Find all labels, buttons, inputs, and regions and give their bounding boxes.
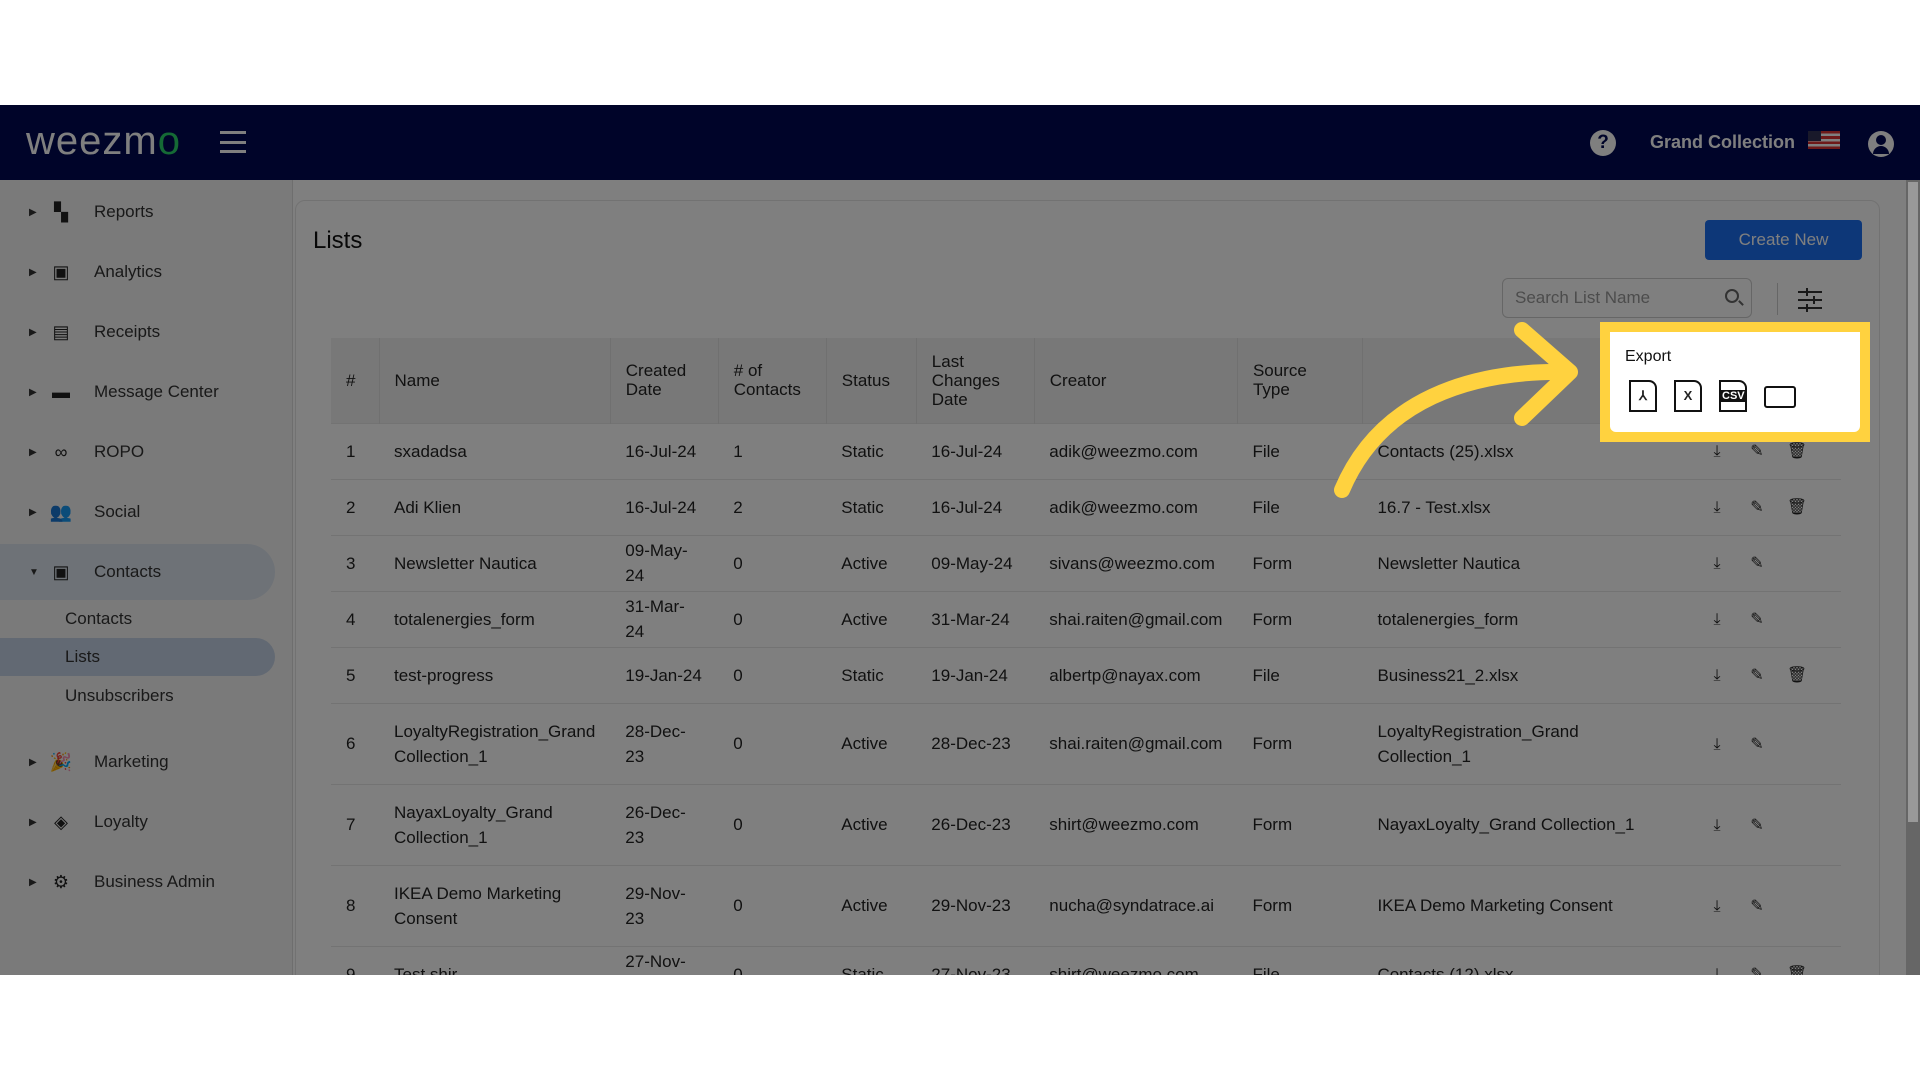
csv-icon[interactable]: CSV	[1719, 380, 1747, 412]
csv-label: CSV	[1721, 390, 1746, 402]
export-highlight: Export ⅄ X CSV	[1600, 322, 1870, 442]
pdf-icon[interactable]: ⅄	[1629, 380, 1657, 412]
dim-overlay	[0, 105, 1920, 975]
excel-icon[interactable]: X	[1674, 380, 1702, 412]
export-title: Export	[1625, 348, 1672, 365]
export-popover: Export ⅄ X CSV	[1610, 332, 1860, 432]
print-icon[interactable]	[1764, 386, 1796, 408]
scrollbar[interactable]	[1906, 180, 1920, 975]
